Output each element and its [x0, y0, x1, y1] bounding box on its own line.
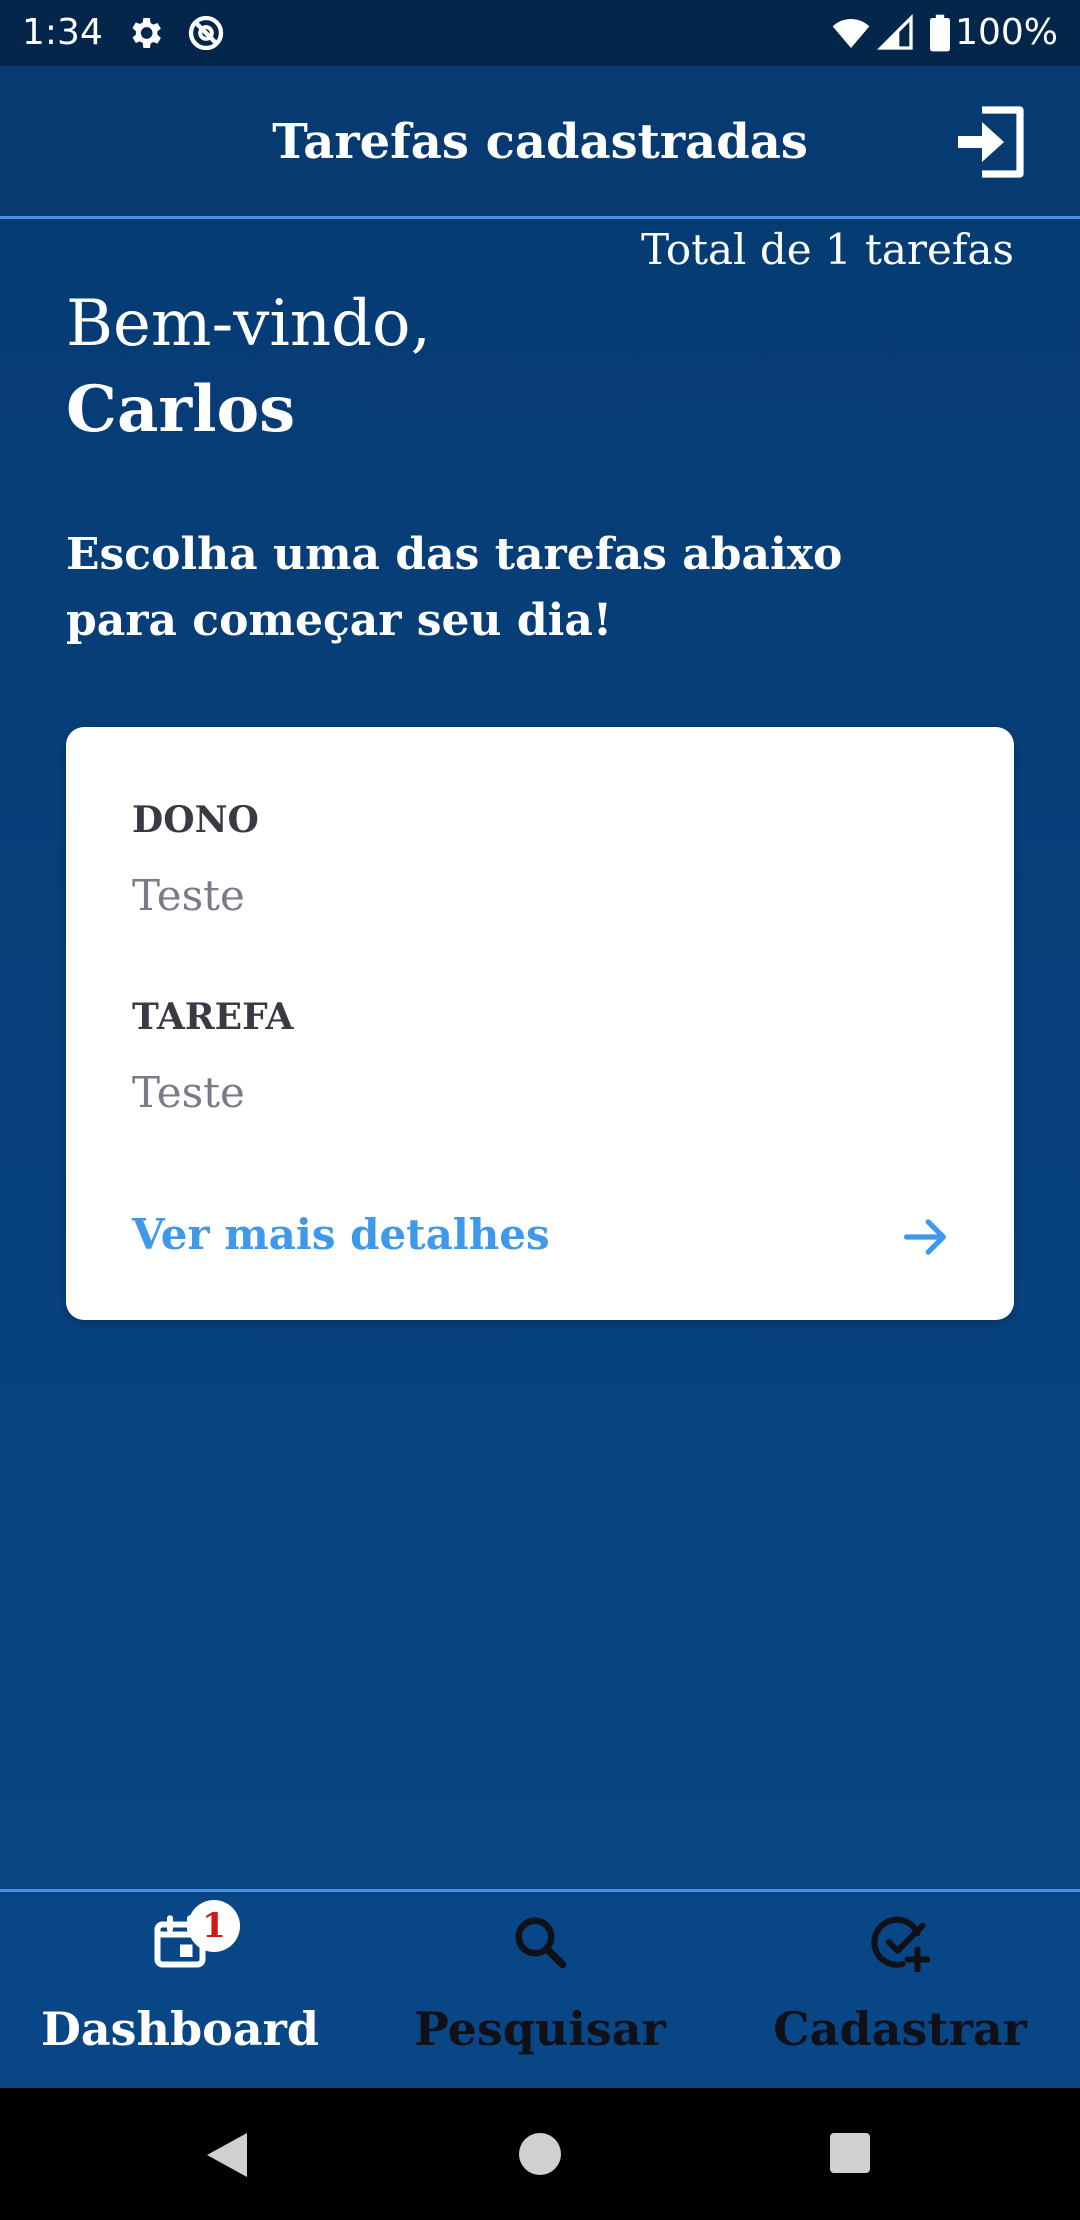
- check-circle-add-icon: [871, 1916, 930, 1972]
- settings-gear-icon: [132, 18, 161, 48]
- app-header: Tarefas cadastradas: [0, 66, 1080, 219]
- wifi-icon: [832, 19, 870, 48]
- nav-item-dashboard[interactable]: 1 Dashboard: [0, 1892, 360, 2091]
- page-title: Tarefas cadastradas: [272, 114, 808, 170]
- battery-percentage: 100%: [955, 12, 1058, 53]
- recents-button-icon[interactable]: [829, 2132, 871, 2174]
- search-icon: [515, 1917, 567, 1969]
- nav-item-cadastrar[interactable]: Cadastrar: [720, 1892, 1080, 2091]
- nav-item-pesquisar[interactable]: Pesquisar: [360, 1892, 720, 2091]
- owner-label: DONO: [132, 799, 259, 841]
- nav-label-dashboard: Dashboard: [40, 2002, 320, 2056]
- status-bar: 1:34 100%: [0, 0, 1080, 66]
- back-button-icon[interactable]: [203, 2130, 249, 2180]
- welcome-greeting: Bem-vindo,: [66, 287, 431, 361]
- notification-badge: 1: [188, 1900, 240, 1952]
- welcome-subtitle: Escolha uma das tarefas abaixo para come…: [66, 529, 843, 646]
- status-time: 1:34: [22, 12, 103, 53]
- task-card: DONO Teste TAREFA Teste Ver mais detalhe…: [66, 727, 1014, 1320]
- bottom-navigation: 1 Dashboard Pesquisar Cadastrar: [0, 1889, 1080, 2091]
- owner-value: Teste: [132, 871, 245, 920]
- data-saver-icon: [188, 15, 224, 51]
- battery-icon: [930, 14, 950, 52]
- task-value: Teste: [132, 1068, 245, 1117]
- total-tasks-text: Total de 1 tarefas: [641, 225, 1014, 274]
- home-button-icon[interactable]: [518, 2132, 562, 2176]
- logout-button[interactable]: [954, 102, 1028, 182]
- view-details-label: Ver mais detalhes: [132, 1210, 550, 1259]
- logout-icon: [958, 106, 1024, 178]
- user-name: Carlos: [66, 372, 296, 447]
- system-navigation-bar: [0, 2088, 1080, 2220]
- nav-label-pesquisar: Pesquisar: [414, 2002, 666, 2056]
- task-label: TAREFA: [132, 996, 294, 1038]
- arrow-right-icon: [903, 1219, 946, 1255]
- app-screen: 1:34 100% Tarefas cadastradas Total de 1…: [0, 0, 1080, 2220]
- cell-signal-icon: [876, 13, 913, 50]
- nav-label-cadastrar: Cadastrar: [773, 2002, 1027, 2056]
- view-details-link[interactable]: Ver mais detalhes: [132, 1195, 952, 1275]
